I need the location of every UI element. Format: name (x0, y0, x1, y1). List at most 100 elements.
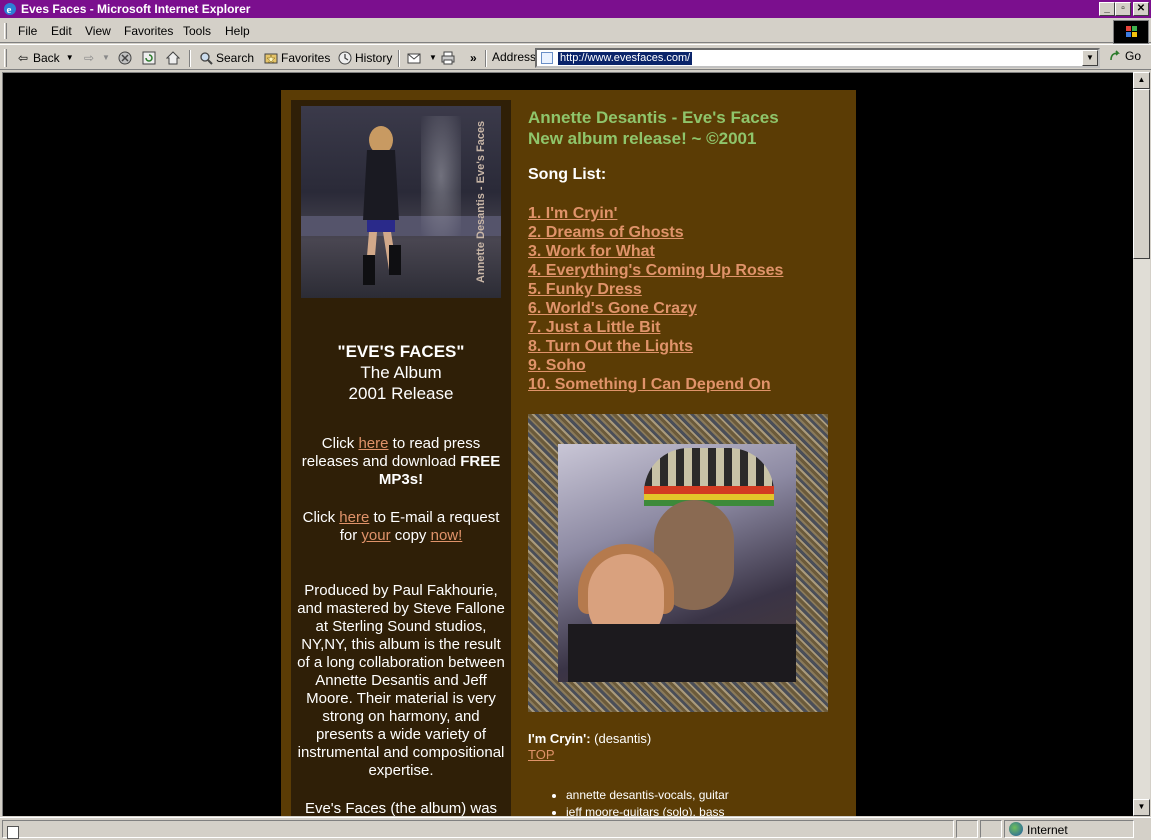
top-link[interactable]: TOP (528, 747, 555, 762)
page-icon (541, 52, 553, 64)
song-caption: I'm Cryin': (desantis) (528, 731, 651, 746)
song-link-1[interactable]: 1. I'm Cryin' (528, 205, 617, 222)
history-button[interactable]: History (338, 49, 392, 67)
search-button[interactable]: Search (199, 49, 254, 67)
more-toolbar-button[interactable]: » (470, 49, 477, 67)
song-link-8[interactable]: 8. Turn Out the Lights (528, 338, 693, 355)
album-subtitle: The Album 2001 Release (291, 362, 511, 404)
email-text-3: copy (390, 527, 431, 544)
song-item: 6. World's Gone Crazy (528, 299, 783, 318)
song-item: 2. Dreams of Ghosts (528, 223, 783, 242)
song-item: 4. Everything's Coming Up Roses (528, 261, 783, 280)
refresh-button[interactable] (142, 49, 156, 67)
windows-logo (1113, 20, 1149, 44)
stop-button[interactable] (118, 49, 132, 67)
address-url[interactable]: http://www.evesfaces.com/ (558, 52, 693, 65)
album-cover-image[interactable]: Annette Desantis - Eve's Faces (301, 106, 501, 298)
address-bar[interactable]: http://www.evesfaces.com/ ▼ (535, 48, 1100, 68)
status-cell (956, 820, 978, 838)
favorites-button[interactable]: Favorites (264, 49, 330, 67)
search-icon (200, 52, 213, 65)
toolbar: ⇦ Back ▼ ⇨ ▼ Search Favorites History ▼ … (0, 44, 1151, 70)
menu-file[interactable]: File (18, 24, 37, 38)
favorites-icon (264, 53, 278, 64)
go-button[interactable]: Go (1108, 49, 1141, 63)
left-column: Annette Desantis - Eve's Faces "EVE'S FA… (291, 100, 511, 816)
status-text-cell (2, 820, 954, 839)
menu-help[interactable]: Help (225, 24, 250, 38)
address-dropdown-icon[interactable]: ▼ (1082, 50, 1098, 66)
go-label: Go (1125, 49, 1142, 63)
status-cell (980, 820, 1002, 838)
song-item: 10. Something I Can Depend On (528, 375, 783, 394)
caption-title: I'm Cryin': (528, 731, 591, 746)
scroll-thumb[interactable] (1133, 89, 1150, 259)
vertical-scrollbar[interactable]: ▲ ▼ (1133, 72, 1150, 816)
cover-figure-icon (363, 126, 401, 285)
minimize-button[interactable]: _ (1099, 2, 1115, 16)
band-photo (558, 444, 796, 682)
menu-bar: File Edit View Favorites Tools Help (0, 19, 1151, 43)
mail-icon (407, 53, 421, 64)
menu-tools[interactable]: Tools (183, 24, 211, 38)
history-icon (338, 51, 352, 65)
song-link-4[interactable]: 4. Everything's Coming Up Roses (528, 262, 783, 279)
title-bar: e Eves Faces - Microsoft Internet Explor… (0, 0, 1151, 18)
menu-view[interactable]: View (85, 24, 111, 38)
menu-favorites[interactable]: Favorites (124, 24, 173, 38)
back-button[interactable]: ⇦ Back ▼ (16, 49, 74, 67)
status-zone-cell (1004, 820, 1134, 838)
song-link-6[interactable]: 6. World's Gone Crazy (528, 300, 697, 317)
email-request-text: Click here to E-mail a request for your … (296, 509, 506, 545)
caption-credit: (desantis) (590, 731, 652, 746)
song-item: 7. Just a Little Bit (528, 318, 783, 337)
song-link-10[interactable]: 10. Something I Can Depend On (528, 376, 771, 393)
page-viewport[interactable]: Annette Desantis - Eve's Faces "EVE'S FA… (2, 72, 1133, 816)
heading-line1: Annette Desantis - Eve's Faces (528, 108, 779, 127)
stop-icon (118, 51, 132, 65)
print-button[interactable] (440, 49, 456, 67)
forward-dropdown-icon[interactable]: ▼ (102, 49, 110, 67)
back-arrow-icon: ⇦ (17, 51, 29, 65)
scroll-up-icon[interactable]: ▲ (1133, 72, 1150, 89)
album-subtitle-line1: The Album (360, 363, 442, 382)
your-copy-link[interactable]: your (361, 527, 390, 544)
mail-dropdown-icon[interactable]: ▼ (429, 49, 437, 67)
forward-button[interactable]: ⇨ ▼ (82, 49, 110, 67)
song-link-2[interactable]: 2. Dreams of Ghosts (528, 224, 684, 241)
back-dropdown-icon[interactable]: ▼ (66, 49, 74, 67)
album-paragraph-2: Eve's Faces (the album) was nearly two y… (304, 800, 498, 816)
status-page-icon (7, 826, 19, 839)
status-bar: Internet (0, 817, 1151, 840)
search-label: Search (216, 51, 255, 65)
song-item: 8. Turn Out the Lights (528, 337, 783, 356)
photo-coat (568, 624, 796, 682)
credit-item: annette desantis-vocals, guitar (566, 787, 729, 804)
now-link[interactable]: now! (431, 527, 463, 544)
song-link-7[interactable]: 7. Just a Little Bit (528, 319, 660, 336)
song-link-5[interactable]: 5. Funky Dress (528, 281, 642, 298)
ie-logo-icon: e (4, 3, 16, 16)
press-release-text: Click here to read press releases and do… (296, 435, 506, 489)
toolbar-separator (485, 50, 487, 67)
credit-item: jeff moore-guitars (solo), bass (566, 804, 729, 816)
windows-flag-icon (1126, 26, 1138, 38)
song-link-9[interactable]: 9. Soho (528, 357, 586, 374)
go-arrow-icon (1110, 50, 1120, 61)
song-link-3[interactable]: 3. Work for What (528, 243, 655, 260)
photo-frame (528, 414, 828, 712)
song-item: 3. Work for What (528, 242, 783, 261)
press-release-link[interactable]: here (358, 435, 388, 452)
history-label: History (355, 51, 393, 65)
email-request-link[interactable]: here (339, 509, 369, 526)
mail-button[interactable]: ▼ (407, 49, 437, 67)
close-button[interactable]: ✕ (1133, 2, 1149, 16)
home-button[interactable] (166, 49, 180, 67)
address-label: Address (492, 50, 537, 64)
scroll-down-icon[interactable]: ▼ (1133, 799, 1150, 816)
refresh-icon (142, 51, 156, 65)
toolbar-separator (398, 50, 400, 67)
menu-edit[interactable]: Edit (51, 24, 72, 38)
maximize-button[interactable]: ▫ (1115, 2, 1131, 16)
song-item: 5. Funky Dress (528, 280, 783, 299)
